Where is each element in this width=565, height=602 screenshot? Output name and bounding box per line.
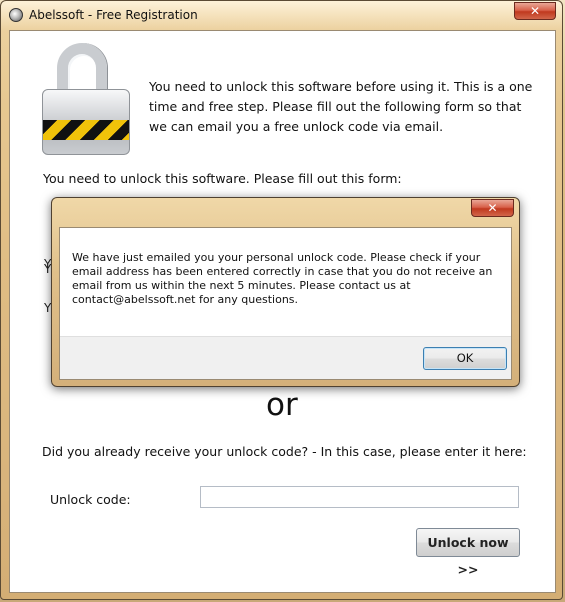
padlock-icon: [42, 43, 134, 155]
title-bar[interactable]: Abelssoft - Free Registration ✕: [1, 1, 562, 29]
padlock-body: [42, 89, 130, 155]
dialog-body: We have just emailed you your personal u…: [59, 227, 512, 380]
unlock-code-input[interactable]: [200, 486, 519, 508]
form-prompt: You need to unlock this software. Please…: [43, 171, 402, 186]
warning-stripes: [43, 120, 129, 140]
ok-button[interactable]: OK: [423, 347, 507, 370]
or-separator: or: [266, 387, 298, 423]
unlock-code-label: Unlock code:: [50, 492, 131, 507]
window-close-button[interactable]: ✕: [514, 2, 556, 20]
dialog-message: We have just emailed you your personal u…: [72, 251, 493, 306]
dialog-close-button[interactable]: ✕: [471, 199, 514, 217]
unlock-now-button[interactable]: Unlock now >>: [416, 528, 520, 577]
intro-text: You need to unlock this software before …: [149, 79, 533, 134]
abelssoft-app-icon[interactable]: [9, 8, 23, 22]
dialog-button-bar: OK: [60, 336, 511, 379]
message-dialog: ✕ We have just emailed you your personal…: [51, 197, 520, 387]
unlock-code-question: Did you already receive your unlock code…: [42, 444, 527, 459]
window-title: Abelssoft - Free Registration: [29, 8, 198, 22]
